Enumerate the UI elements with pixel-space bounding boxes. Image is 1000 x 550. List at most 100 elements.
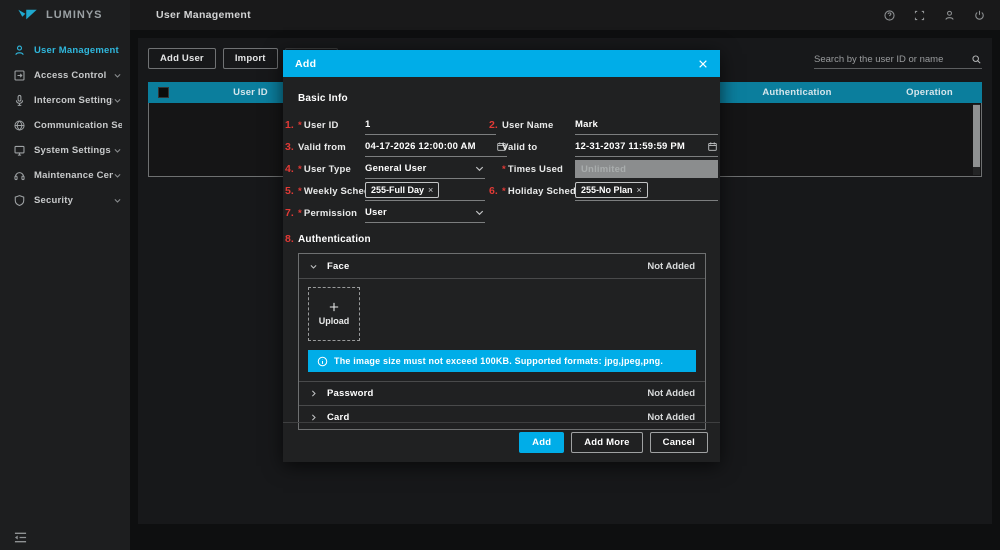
authentication-heading: 8. Authentication [285,233,706,245]
user-name-label: User Name [502,120,553,131]
times-used-input [581,164,712,175]
user-type-label: User Type [304,164,351,175]
add-more-button[interactable]: Add More [571,432,642,453]
permission-select[interactable]: User [365,204,485,223]
headset-icon [13,169,26,182]
weekly-schedule-field[interactable]: 255-Full Day × [365,182,485,201]
help-icon[interactable] [883,9,896,22]
page-title: User Management [156,9,251,21]
annotation-number-1: 1. [285,119,298,131]
field-valid-from: 3. Valid from [285,136,489,158]
chevron-down-icon [474,207,485,218]
holiday-schedule-label: Holiday Schedu... [508,186,575,197]
collapse-sidebar-icon[interactable] [13,531,28,544]
brand-logo: LUMINYS [0,0,130,30]
search-input[interactable] [814,54,971,65]
import-button[interactable]: Import [223,48,278,69]
face-section-header[interactable]: Face Not Added [299,254,705,278]
sidebar: LUMINYS User Management Access Control I… [0,0,130,550]
valid-from-input[interactable] [365,141,496,152]
chevron-down-icon [113,96,122,105]
topbar-icons [883,9,986,22]
annotation-number-7: 7. [285,207,298,219]
info-icon [317,356,328,367]
modal-body: Basic Info 1. *User ID 2. User Name 3. V… [283,77,720,430]
field-permission: 7. *Permission User [285,202,489,224]
sidebar-item-system-settings[interactable]: System Settings [0,138,130,163]
chevron-right-icon [309,389,318,398]
user-id-label: User ID [304,120,339,131]
modal-footer: Add Add More Cancel [283,422,720,462]
cancel-button[interactable]: Cancel [650,432,708,453]
annotation-number-4: 4. [285,163,298,175]
user-type-select[interactable]: General User [365,160,485,179]
face-section-body: Upload The image size must not exceed 10… [299,278,705,381]
brand-name: LUMINYS [46,9,103,21]
sidebar-item-intercom-settings[interactable]: Intercom Settings [0,88,130,113]
user-name-input[interactable] [575,119,718,130]
basic-info-heading: Basic Info [298,93,706,104]
authentication-box: Face Not Added Upload The image size mus… [298,253,706,430]
remove-tag-icon[interactable]: × [637,186,642,195]
basic-info-form: 1. *User ID 2. User Name 3. Valid from [285,114,706,224]
valid-to-input[interactable] [575,141,707,152]
column-authentication: Authentication [717,87,877,98]
scrollbar-thumb[interactable] [973,105,980,167]
add-button[interactable]: Add [519,432,564,453]
chevron-down-icon [113,171,122,180]
microphone-icon [13,94,26,107]
monitor-icon [13,144,26,157]
password-status: Not Added [647,388,695,399]
field-valid-to: Valid to [489,136,734,158]
chevron-down-icon [309,262,318,271]
password-section-header[interactable]: Password Not Added [299,381,705,405]
sidebar-item-access-control[interactable]: Access Control [0,63,130,88]
permission-label: Permission [304,208,357,219]
account-icon[interactable] [943,9,956,22]
modal-header: Add [283,50,720,77]
field-holiday-schedule: 6. *Holiday Schedu... 255-No Plan × [489,180,734,202]
field-user-name: 2. User Name [489,114,734,136]
search-box [814,54,982,69]
access-control-icon [13,69,26,82]
table-scrollbar[interactable] [973,104,980,175]
field-user-id: 1. *User ID [285,114,489,136]
fullscreen-icon[interactable] [913,9,926,22]
chevron-down-icon [113,71,122,80]
shield-icon [13,194,26,207]
remove-tag-icon[interactable]: × [428,186,433,195]
sidebar-item-maintenance-center[interactable]: Maintenance Center [0,163,130,188]
sidebar-item-security[interactable]: Security [0,188,130,213]
field-user-type: 4. *User Type General User [285,158,489,180]
search-icon[interactable] [971,54,982,65]
annotation-number-5: 5. [285,185,298,197]
weekly-schedule-label: Weekly Schedul... [304,186,365,197]
sidebar-item-communication-settings[interactable]: Communication Settings [0,113,130,138]
sidebar-nav: User Management Access Control Intercom … [0,38,130,213]
modal-title: Add [295,58,316,70]
close-icon[interactable] [698,59,708,69]
column-operation: Operation [877,87,982,98]
field-times-used: *Times Used [489,158,734,180]
annotation-number-6: 6. [489,185,502,197]
luminys-logo-icon [17,8,39,22]
user-icon [13,44,26,57]
upload-button[interactable]: Upload [308,287,360,341]
schedule-tag: 255-No Plan × [575,182,648,198]
annotation-number-3: 3. [285,141,298,153]
face-status: Not Added [647,261,695,272]
annotation-number-2: 2. [489,119,502,131]
select-all-checkbox[interactable] [158,87,169,98]
add-user-button[interactable]: Add User [148,48,216,69]
chevron-right-icon [309,413,318,422]
field-weekly-schedule: 5. *Weekly Schedul... 255-Full Day × [285,180,489,202]
holiday-schedule-field[interactable]: 255-No Plan × [575,182,718,201]
image-size-banner: The image size must not exceed 100KB. Su… [308,350,696,372]
user-id-input[interactable] [365,119,496,130]
calendar-icon[interactable] [707,141,718,152]
power-icon[interactable] [973,9,986,22]
sidebar-item-user-management[interactable]: User Management [0,38,130,63]
globe-icon [13,119,26,132]
times-used-label: Times Used [508,164,563,175]
annotation-number-8: 8. [285,233,298,245]
